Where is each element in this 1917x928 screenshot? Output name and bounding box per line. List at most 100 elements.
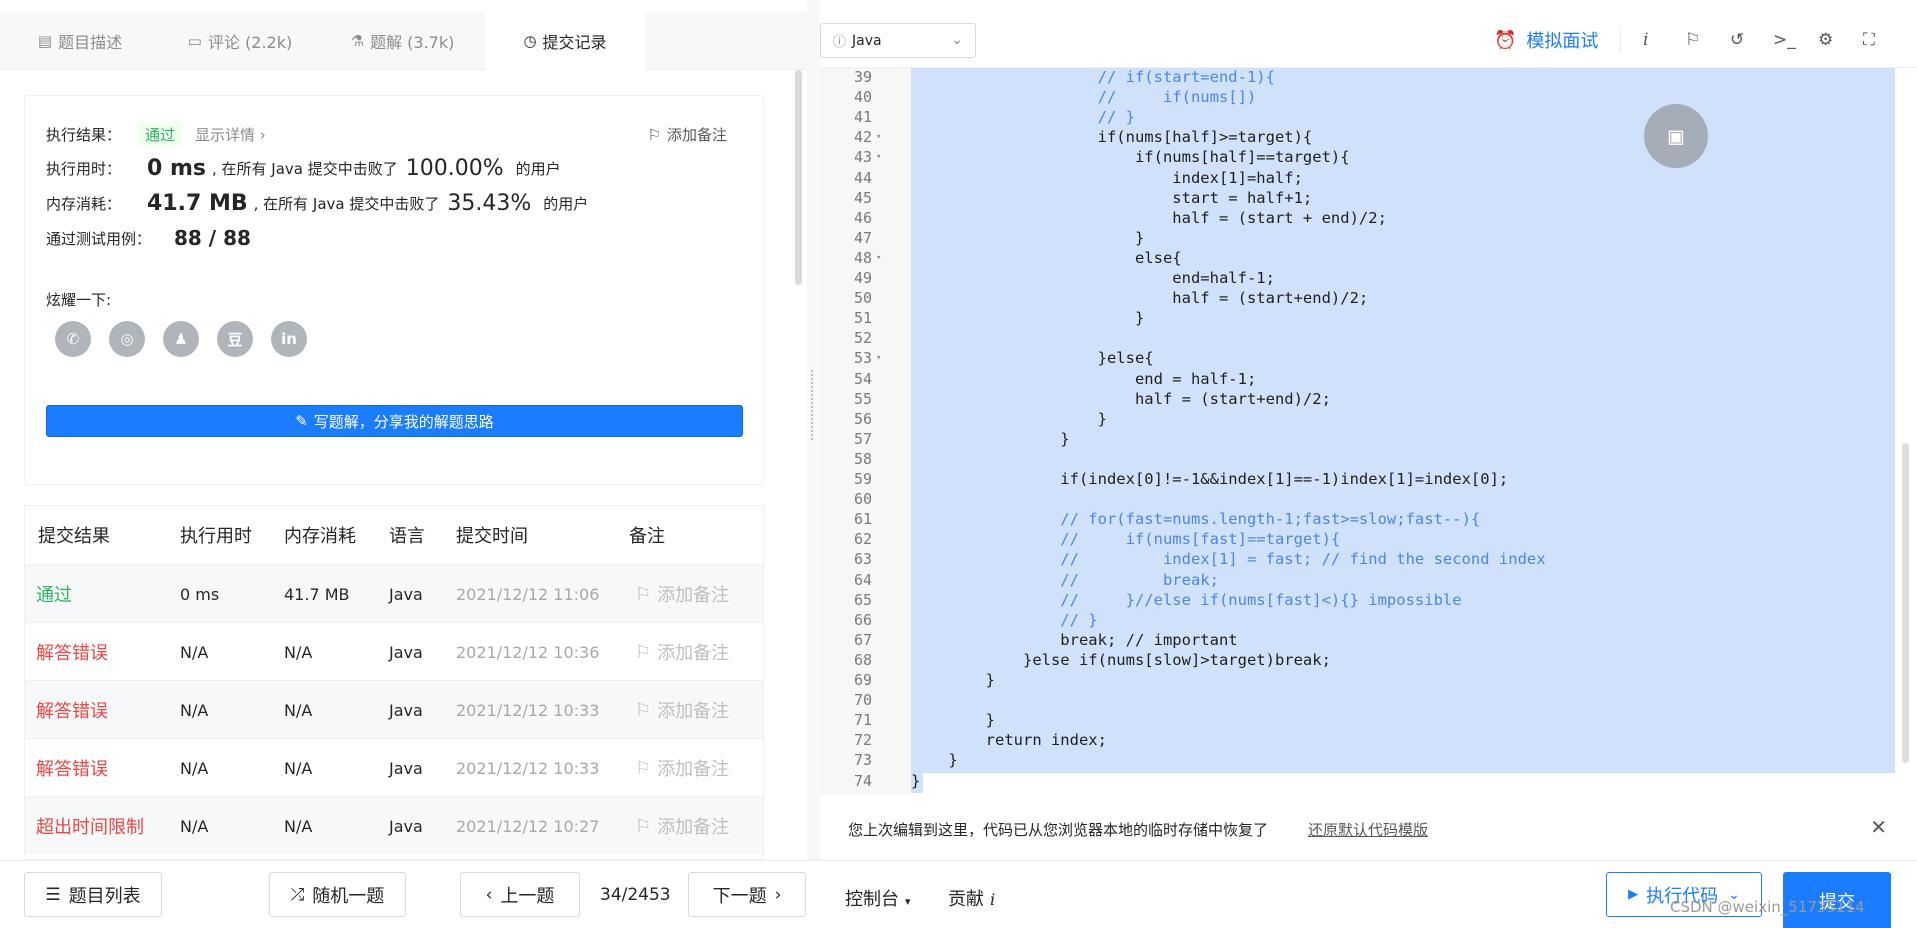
flag-icon: ⚐ xyxy=(635,699,652,721)
close-icon[interactable]: ✕ xyxy=(1870,815,1887,839)
write-solution-button[interactable]: ✎ 写题解，分享我的解题思路 xyxy=(46,405,743,437)
status-label: 执行结果： xyxy=(46,126,122,144)
editor-scrollbar[interactable] xyxy=(1902,443,1909,763)
code-line: end = half-1; xyxy=(911,369,1257,388)
runtime-value: 0 ms xyxy=(147,156,206,181)
fold-arrow-icon[interactable]: ▾ xyxy=(876,132,881,142)
line-number: 71 xyxy=(853,711,872,730)
line-number: 41 xyxy=(853,108,872,127)
run-flag-icon[interactable]: ⚐ xyxy=(1685,30,1700,50)
line-number: 60 xyxy=(853,490,872,509)
table-row[interactable]: 解答错误 N/A N/A Java 2021/12/12 10:33 ⚐ 添加备注 xyxy=(25,738,763,797)
pencil-icon: ✎ xyxy=(295,412,308,430)
fullscreen-icon[interactable]: ⛶ xyxy=(1863,30,1875,50)
info-icon[interactable]: i xyxy=(1643,30,1648,50)
qq-icon[interactable]: ♟ xyxy=(163,321,199,357)
result-status-row: 执行结果： 通过 显示详情 › xyxy=(46,122,266,147)
code-line: if(index[0]!=-1&&index[1]==-1)index[1]=i… xyxy=(911,470,1509,488)
weibo-icon[interactable]: ◎ xyxy=(109,321,145,357)
runtime-row: 执行用时： 0 ms , 在所有 Java 提交中击败了 100.00% 的用户 xyxy=(46,156,561,181)
tab-description[interactable]: ▤ 题目描述 xyxy=(0,12,160,70)
prev-problem-button[interactable]: ‹ 上一题 xyxy=(460,872,580,917)
table-row[interactable]: 解答错误 N/A N/A Java 2021/12/12 10:36 ⚐ 添加备注 xyxy=(25,622,763,681)
line-number: 58 xyxy=(853,449,872,468)
table-row[interactable]: 解答错误 N/A N/A Java 2021/12/12 10:33 ⚐ 添加备注 xyxy=(25,680,763,739)
line-number: 72 xyxy=(853,731,872,750)
runtime-mid: , 在所有 Java 提交中击败了 xyxy=(212,160,398,178)
settings-icon[interactable]: ⚙ xyxy=(1818,30,1833,50)
add-note-button[interactable]: ⚐ 添加备注 xyxy=(648,124,727,145)
fold-arrow-icon[interactable]: ▾ xyxy=(876,353,881,363)
problem-list-button[interactable]: ☰ 题目列表 xyxy=(24,872,162,917)
code-line: }else if(nums[slow]>target)break; xyxy=(911,650,1331,669)
bottom-bar: ☰ 题目列表 ⤮ 随机一题 ‹ 上一题 34/2453 下一题 › 控制台 ▾ 贡献 i ▶… xyxy=(0,860,1917,928)
add-note-button[interactable]: ⚐ 添加备注 xyxy=(635,681,729,739)
line-number: 64 xyxy=(853,570,872,589)
problem-index: 34/2453 xyxy=(600,885,671,905)
play-icon: ▶ xyxy=(1628,887,1639,902)
submission-language: Java xyxy=(389,816,423,836)
clock-icon: ◷ xyxy=(523,32,537,50)
table-header: 提交结果 执行用时 内存消耗 语言 提交时间 备注 xyxy=(25,506,763,564)
line-number: 39 xyxy=(853,68,872,86)
line-number: 48 xyxy=(853,248,872,267)
line-number: 62 xyxy=(853,530,872,549)
result-card: 执行结果： 通过 显示详情 › ⚐ 添加备注 执行用时： 0 ms , 在所有 J… xyxy=(24,95,764,485)
restore-notice: 您上次编辑到这里，代码已从您浏览器本地的临时存储中恢复了 还原默认代码模版 ✕ xyxy=(820,795,1917,860)
line-number: 53 xyxy=(853,349,872,368)
table-row[interactable]: 通过 0 ms 41.7 MB Java 2021/12/12 11:06 ⚐ 添加备注 xyxy=(25,564,763,623)
fold-arrow-icon[interactable]: ▾ xyxy=(876,152,881,162)
douban-icon[interactable]: 豆 xyxy=(217,321,253,357)
code-line: if(nums[half]==target){ xyxy=(911,148,1350,167)
code-editor[interactable]: 39 40 41 42 ▾ 43 ▾ 44 45 46 47 48 ▾ 49 50 51 52 53 ▾ 54 55 56… xyxy=(820,68,1917,795)
submission-status[interactable]: 超出时间限制 xyxy=(36,797,144,855)
submission-status[interactable]: 解答错误 xyxy=(36,623,108,681)
linkedin-icon[interactable]: in xyxy=(271,321,307,357)
tab-submissions[interactable]: ◷ 提交记录 xyxy=(485,12,645,70)
notebook-icon[interactable]: ▣ xyxy=(1644,104,1708,168)
fold-arrow-icon[interactable]: ▾ xyxy=(876,253,881,263)
terminal-icon[interactable]: >_ xyxy=(1773,30,1796,50)
comment-icon: ▭ xyxy=(187,32,202,50)
submission-status[interactable]: 解答错误 xyxy=(36,681,108,739)
add-note-button[interactable]: ⚐ 添加备注 xyxy=(635,565,729,623)
code-line: start = half+1; xyxy=(911,188,1313,207)
console-toggle[interactable]: 控制台 ▾ xyxy=(845,885,911,911)
wechat-icon[interactable]: ✆ xyxy=(55,321,91,357)
left-scrollbar[interactable] xyxy=(795,70,802,285)
problem-panel: ▤ 题目描述 ▭ 评论 (2.2k) ⚗ 题解 (3.7k) ◷ 提交记录 执行结果： … xyxy=(0,0,807,860)
mock-interview-button[interactable]: ⏰ 模拟面试 xyxy=(1494,27,1598,53)
submission-time: 2021/12/12 11:06 xyxy=(456,584,600,604)
restore-default-link[interactable]: 还原默认代码模版 xyxy=(1308,819,1428,840)
line-number: 44 xyxy=(853,168,872,187)
code-line: half = (start+end)/2; xyxy=(911,289,1369,308)
chevron-left-icon: ‹ xyxy=(485,884,493,905)
leetcode-app: ▤ 题目描述 ▭ 评论 (2.2k) ⚗ 题解 (3.7k) ◷ 提交记录 执行结果： … xyxy=(0,0,1917,928)
panel-splitter[interactable] xyxy=(807,0,820,860)
language-select[interactable]: ⓘ Java ⌄ xyxy=(820,23,976,58)
submission-runtime: N/A xyxy=(180,700,209,720)
tab-solutions[interactable]: ⚗ 题解 (3.7k) xyxy=(320,12,485,70)
table-row[interactable]: 超出时间限制 N/A N/A Java 2021/12/12 10:27 ⚐ 添加备注 xyxy=(25,796,763,855)
submission-status[interactable]: 解答错误 xyxy=(36,739,108,797)
flag-icon: ⚐ xyxy=(635,583,652,605)
random-problem-button[interactable]: ⤮ 随机一题 xyxy=(269,872,406,917)
add-note-button[interactable]: ⚐ 添加备注 xyxy=(635,739,729,797)
language-value: Java xyxy=(852,32,882,49)
col-note: 备注 xyxy=(629,526,665,547)
show-details-link[interactable]: 显示详情 › xyxy=(195,124,266,145)
tab-comments[interactable]: ▭ 评论 (2.2k) xyxy=(160,12,320,70)
next-problem-button[interactable]: 下一题 › xyxy=(688,872,806,917)
line-number: 50 xyxy=(853,289,872,308)
line-number: 52 xyxy=(853,329,872,348)
console-label: 控制台 xyxy=(845,889,899,910)
submission-status[interactable]: 通过 xyxy=(36,565,72,623)
code-line: // index[1] = fast; // find the second i… xyxy=(911,550,1546,569)
reset-icon[interactable]: ↺ xyxy=(1730,30,1744,50)
contribute-link[interactable]: 贡献 i xyxy=(948,885,995,911)
code-line: // break; xyxy=(911,570,1219,589)
add-note-button[interactable]: ⚐ 添加备注 xyxy=(635,623,729,681)
add-note-button[interactable]: ⚐ 添加备注 xyxy=(635,797,729,855)
code-line: break; // important xyxy=(911,630,1238,649)
code-line: } xyxy=(911,671,995,689)
